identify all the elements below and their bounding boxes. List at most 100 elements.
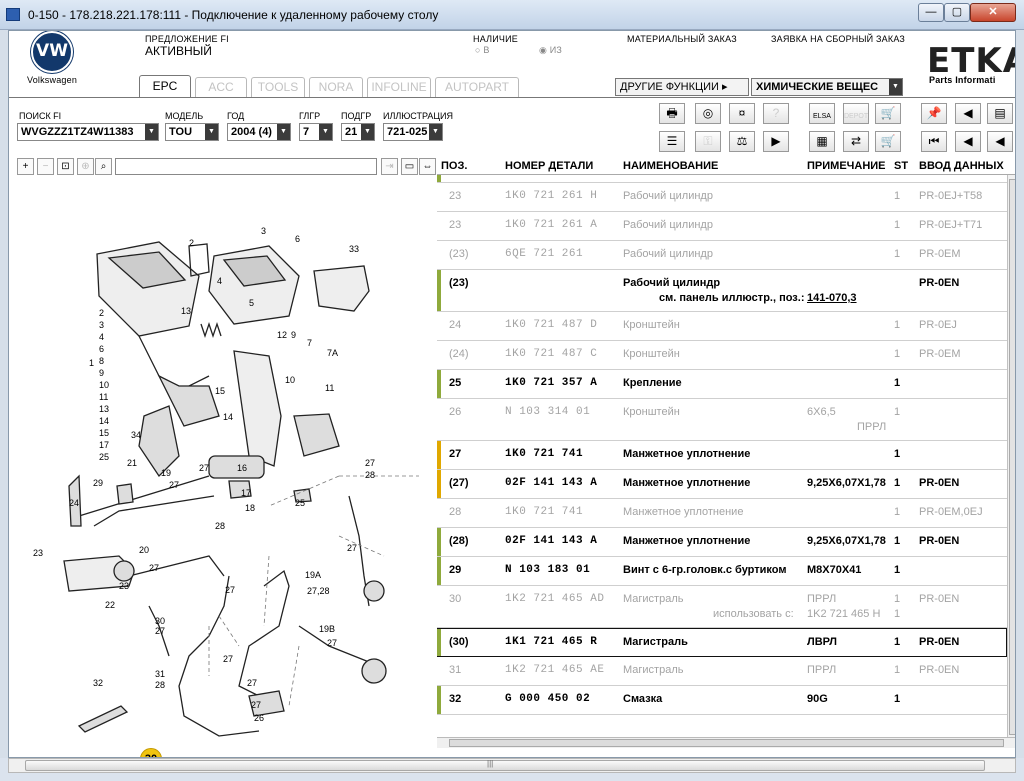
tab-infoline[interactable]: INFOLINE (367, 77, 431, 97)
depot-button[interactable]: DEPOT (843, 103, 869, 124)
diagram-callout-label[interactable]: 30 (155, 616, 165, 626)
pin-icon[interactable]: 📌 (921, 103, 947, 124)
maximize-button[interactable]: ▢ (944, 3, 970, 22)
col-part-number[interactable]: НОМЕР ДЕТАЛИ (505, 160, 593, 172)
diagram-callout-label[interactable]: 16 (237, 463, 247, 473)
diagram-callout-label[interactable]: 27 (247, 678, 257, 688)
table-row[interactable]: 23 1K0 721 261 A Рабочий цилиндр 1 PR-0EJ+T7… (437, 212, 1007, 241)
assembly-order-link[interactable]: ЗАЯВКА НА СБОРНЫЙ ЗАКАЗ (771, 34, 905, 44)
diagram-callout-label[interactable]: 28 (155, 680, 165, 690)
diagram-callout-label[interactable]: 2 (189, 238, 194, 248)
zoom-in-icon[interactable]: + (17, 158, 34, 175)
diagram-callout-label[interactable]: 33 (349, 244, 359, 254)
search-icon[interactable]: ⌕ (95, 158, 112, 175)
diagram-callout-label[interactable]: 27,28 (307, 586, 330, 596)
diagram-callout-label[interactable]: 27 (365, 458, 375, 468)
table-row[interactable]: (30) 1K1 721 465 R Магистраль ЛВРЛ 1 PR-0EN (437, 628, 1007, 657)
diagram-callout-label[interactable]: 20 (139, 545, 149, 555)
diagram-callout-label[interactable]: 34 (131, 430, 141, 440)
split-view-icon[interactable]: ⇥ (381, 158, 398, 175)
window-horizontal-scrollbar[interactable]: ||| (8, 758, 1016, 773)
table-horizontal-scrollbar[interactable] (437, 737, 1015, 748)
chemicals-dropdown[interactable]: ХИМИЧЕСКИЕ ВЕЩЕС ▼ (751, 78, 903, 96)
first-page-icon[interactable]: ⏮ (921, 131, 947, 152)
diagram-callout-label[interactable]: 27 (251, 700, 261, 710)
diagram-search-input[interactable] (115, 158, 377, 175)
diagram-callout-label[interactable]: 12 (277, 330, 287, 340)
zoom-reset-icon[interactable]: ⊕ (77, 158, 94, 175)
diagram-callout-label[interactable]: 29 (93, 478, 103, 488)
table-row[interactable]: 27 1K0 721 741 Манжетное уплотнение 1 (437, 441, 1007, 470)
table-vertical-scrollbar[interactable] (1007, 175, 1015, 741)
diagram-callout-label[interactable]: 6 (295, 234, 300, 244)
material-order-link[interactable]: МАТЕРИАЛЬНЫЙ ЗАКАЗ (627, 34, 737, 44)
year-select[interactable]: 2004 (4) ▼ (227, 123, 291, 141)
print-icon[interactable]: 🖶 (659, 103, 685, 124)
diagram-callout-label[interactable]: 27 (199, 463, 209, 473)
table-row[interactable]: (28) 02F 141 143 A Манжетное уплотнение 9,2… (437, 528, 1007, 557)
cart-icon[interactable]: 🛒 (875, 131, 901, 152)
diagram-callout-label[interactable]: 13 (99, 404, 109, 414)
diagram-callout-label[interactable]: 27 (149, 563, 159, 573)
diagram-callout-label[interactable]: 32 (93, 678, 103, 688)
tab-tools[interactable]: TOOLS (251, 77, 305, 97)
table-row[interactable]: 32 G 000 450 02 Смазка 90G 1 (437, 686, 1007, 715)
model-select[interactable]: TOU ▼ (165, 123, 219, 141)
diagram-callout-label[interactable]: 11 (325, 383, 334, 393)
diagram-callout-label[interactable]: 15 (215, 386, 225, 396)
diagram-callout-label[interactable]: 14 (223, 412, 233, 422)
tab-nora[interactable]: NORA (309, 77, 363, 97)
diagram-callout-label[interactable]: 23 (33, 548, 43, 558)
tab-epc[interactable]: EPC (139, 75, 191, 97)
col-name[interactable]: НАИМЕНОВАНИЕ (623, 160, 718, 172)
tab-autopart[interactable]: AUTOPART (435, 77, 519, 97)
list-icon[interactable]: ☰ (659, 131, 685, 152)
elsa-button[interactable]: ELSA (809, 103, 835, 124)
diagram-callout-label[interactable]: 11 (99, 392, 108, 402)
diagram-callout-label[interactable]: 27 (347, 543, 357, 553)
diagram-callout-label[interactable]: 15 (99, 428, 109, 438)
table-row[interactable]: (23) Рабочий цилиндр PR-0EN см. панель иллю… (437, 270, 1007, 312)
scale-icon[interactable]: ⚖ (729, 131, 755, 152)
table-row[interactable] (437, 175, 1007, 183)
table-row[interactable]: (24) 1K0 721 487 C Кронштейн 1 PR-0EM (437, 341, 1007, 370)
diagram-callout-label[interactable]: 28 (215, 521, 225, 531)
table-row[interactable]: 31 1K2 721 465 AE Магистраль ПРРЛ 1 PR-0EN (437, 657, 1007, 686)
table-row[interactable]: 28 1K0 721 741 Манжетное уплотнение 1 PR-0EM… (437, 499, 1007, 528)
table-row[interactable]: (27) 02F 141 143 A Манжетное уплотнение 9,2… (437, 470, 1007, 499)
forward-icon[interactable]: ▶ (763, 131, 789, 152)
table-row[interactable]: 29 N 103 183 01 Винт с 6-гр.головк.с бурти… (437, 557, 1007, 586)
zoom-fit-icon[interactable]: ⊡ (57, 158, 74, 175)
col-note[interactable]: ПРИМЕЧАНИЕ (807, 160, 886, 172)
diagram-callout-label[interactable]: 14 (99, 416, 109, 426)
table-row[interactable]: 23 1K0 721 261 H Рабочий цилиндр 1 PR-0EJ+T5… (437, 183, 1007, 212)
diagram-callout-label[interactable]: 7A (327, 348, 338, 358)
grid-icon[interactable]: ▦ (809, 131, 835, 152)
diagram-callout-label[interactable]: 17 (99, 440, 109, 450)
close-button[interactable]: ✕ (970, 3, 1016, 22)
diagram-callout-label[interactable]: 2 (99, 308, 104, 318)
diagram-callout-label[interactable]: 8 (99, 356, 104, 366)
diagram-callout-label[interactable]: 9 (291, 330, 296, 340)
sub-group-select[interactable]: 21 ▼ (341, 123, 375, 141)
availability-option-b[interactable]: ○ В (475, 45, 490, 55)
arrows-icon[interactable]: ⇄ (843, 131, 869, 152)
diagram-callout-label[interactable]: 17 (241, 488, 251, 498)
diagram-callout-label[interactable]: 21 (127, 458, 137, 468)
search-field[interactable]: WVGZZZ1TZ4W11383 ▼ (17, 123, 159, 141)
diagram-callout-label[interactable]: 3 (99, 320, 104, 330)
diagram-callout-label[interactable]: 28 (365, 470, 375, 480)
diagram-callout-label[interactable]: 31 (155, 669, 165, 679)
diagram-callout-label[interactable]: 13 (181, 306, 191, 316)
diagram-callout-label[interactable]: 3 (261, 226, 266, 236)
key-icon[interactable]: ⚿ (695, 131, 721, 152)
resize-icon[interactable]: ⇔ (419, 158, 436, 175)
tab-acc[interactable]: ACC (195, 77, 247, 97)
zoom-out-icon[interactable]: − (37, 158, 54, 175)
table-row[interactable]: 30 1K2 721 465 AD Магистраль ПРРЛ 1 PR-0EN исп… (437, 586, 1007, 628)
diagram-callout-label[interactable]: 26 (254, 713, 264, 723)
diagram-callout-label[interactable]: 22 (105, 600, 115, 610)
diagram-callout-label[interactable]: 7 (307, 338, 312, 348)
illustration-reference-link[interactable]: 141-070,3 (807, 292, 857, 304)
diagram-callout-label[interactable]: 27 (169, 480, 179, 490)
